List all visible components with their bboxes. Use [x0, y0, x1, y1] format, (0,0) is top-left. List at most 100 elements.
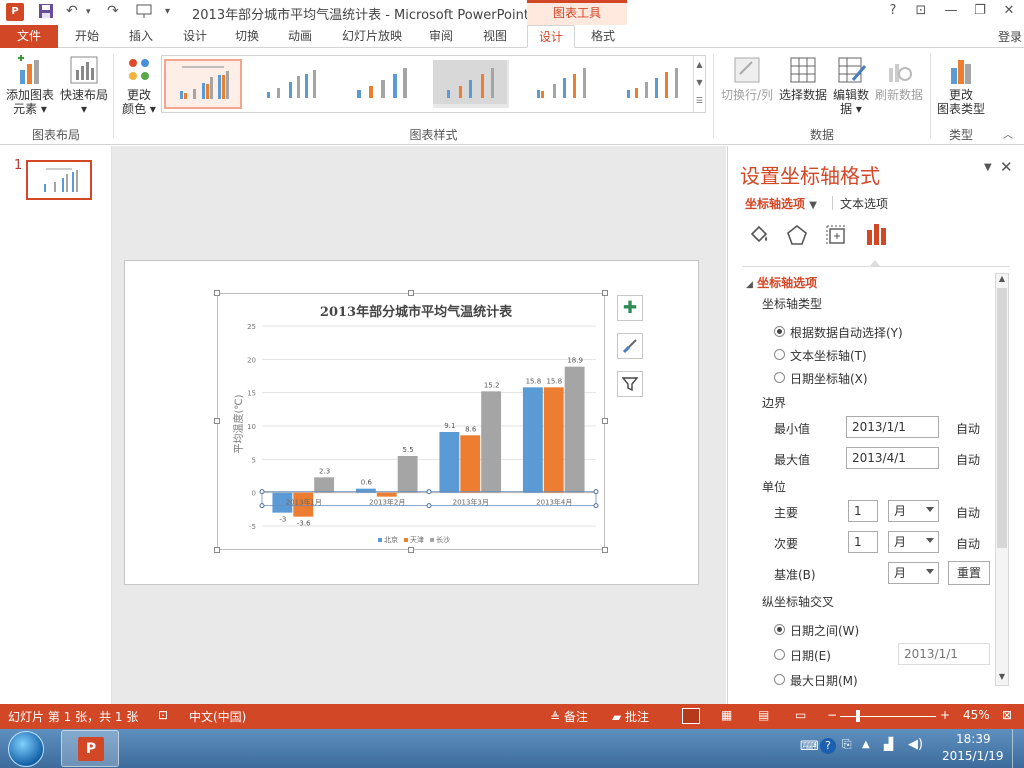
max-bound-input[interactable]: 2013/4/1 [846, 447, 939, 469]
language-status[interactable]: 中文(中国) [189, 708, 246, 725]
section-axis-options[interactable]: ◢ 坐标轴选项 [746, 274, 817, 291]
fill-line-icon[interactable] [748, 224, 770, 249]
network-icon[interactable]: ▟ [884, 737, 893, 751]
show-hidden-icons-icon[interactable]: ▲ [862, 739, 870, 750]
login-link[interactable]: 登录 [998, 28, 1022, 45]
restore-icon[interactable]: ❐ [967, 3, 993, 18]
chart-style-5[interactable] [522, 59, 600, 109]
edit-data-button[interactable]: 编辑数 据 ▾ [830, 52, 872, 122]
chart-styles-brush-icon[interactable] [617, 333, 643, 359]
show-desktop-button[interactable] [1012, 729, 1024, 768]
change-colors-button[interactable]: 更改 颜色 ▾ [118, 52, 160, 122]
comments-button[interactable]: ▰ 批注 [612, 708, 649, 725]
tab-animations[interactable]: 动画 [275, 25, 325, 48]
axis-options-chart-icon[interactable] [865, 222, 889, 249]
radio-date-axis[interactable] [774, 372, 785, 383]
help-icon[interactable]: ? [880, 3, 906, 18]
radio-between-dates[interactable] [774, 624, 785, 635]
zoom-slider-thumb[interactable] [856, 710, 860, 722]
reading-view-icon[interactable]: ▤ [758, 708, 769, 722]
spelling-check-icon[interactable]: ⊡ [158, 708, 168, 722]
tab-axis-options[interactable]: 坐标轴选项 ▼ [745, 195, 817, 212]
undo-dropdown-icon[interactable]: ▾ [86, 7, 91, 17]
clock-date[interactable]: 2015/1/19 [942, 749, 1004, 763]
chart-style-2[interactable] [252, 59, 330, 109]
size-properties-icon[interactable] [825, 224, 847, 249]
scroll-thumb[interactable] [997, 288, 1007, 548]
select-data-button[interactable]: 选择数据 [777, 52, 829, 122]
tab-transitions[interactable]: 切换 [222, 25, 272, 48]
pane-options-dropdown-icon[interactable]: ▼ [984, 162, 992, 173]
major-unit-input[interactable]: 1 [848, 500, 878, 522]
tab-insert[interactable]: 插入 [116, 25, 166, 48]
scroll-down-icon[interactable]: ▼ [996, 672, 1008, 684]
taskbar-powerpoint[interactable]: P [61, 730, 119, 767]
tab-design[interactable]: 设计 [170, 25, 220, 48]
chart-object[interactable]: 2013年部分城市平均气温统计表 平均温度(℃) -5 0 5 10 15 20 25 -3 -3.… [217, 293, 605, 550]
scroll-up-icon[interactable]: ▲ [996, 274, 1008, 286]
clock-time[interactable]: 18:39 [956, 732, 991, 746]
zoom-level[interactable]: 45% [963, 708, 990, 722]
redo-icon[interactable]: ↷ [107, 3, 119, 19]
radio-max-date[interactable] [774, 674, 785, 685]
tab-chart-design[interactable]: 设计 [527, 25, 575, 48]
chart-filters-icon[interactable] [617, 371, 643, 397]
volume-icon[interactable]: ◀) [908, 737, 923, 752]
slide-sorter-icon[interactable]: ▦ [721, 708, 732, 722]
cross-date-input[interactable]: 2013/1/1 [898, 643, 990, 665]
start-button-icon[interactable] [8, 731, 44, 767]
base-unit-dropdown[interactable]: 月 [888, 562, 939, 584]
save-icon[interactable] [38, 3, 54, 23]
resize-handle[interactable] [214, 418, 220, 424]
reset-button[interactable]: 重置 [948, 561, 990, 585]
switch-row-column-button[interactable]: 切换行/列 [718, 52, 776, 122]
resize-handle[interactable] [602, 547, 608, 553]
slideshow-view-icon[interactable]: ▭ [795, 708, 806, 722]
tab-home[interactable]: 开始 [62, 25, 112, 48]
tab-text-options[interactable]: 文本选项 [840, 195, 888, 212]
chart-style-3[interactable] [342, 59, 420, 109]
chart-elements-plus-icon[interactable]: ✚ [617, 295, 643, 321]
tab-view[interactable]: 视图 [472, 25, 518, 48]
chart-style-4[interactable] [432, 59, 510, 109]
ribbon-display-options-icon[interactable]: ⊡ [908, 3, 934, 18]
resize-handle[interactable] [602, 418, 608, 424]
pane-scrollbar[interactable]: ▲ ▼ [995, 273, 1009, 686]
tab-chart-format[interactable]: 格式 [580, 25, 626, 48]
close-window-icon[interactable]: ✕ [996, 3, 1022, 18]
refresh-data-button[interactable]: 刷新数据 [872, 52, 926, 122]
minor-unit-dropdown[interactable]: 月 [888, 531, 939, 553]
fit-slide-icon[interactable]: ⊠ [1002, 708, 1012, 722]
major-unit-dropdown[interactable]: 月 [888, 500, 939, 522]
add-chart-element-button[interactable]: 添加图表 元素 ▾ [4, 52, 56, 122]
chart-style-6[interactable] [612, 59, 690, 109]
normal-view-icon[interactable] [682, 708, 700, 724]
resize-handle[interactable] [214, 547, 220, 553]
notes-button[interactable]: ≜ 备注 [550, 708, 588, 725]
collapse-ribbon-icon[interactable]: ︿ [1003, 126, 1013, 141]
tab-file[interactable]: 文件 [0, 25, 58, 48]
change-chart-type-button[interactable]: 更改 图表类型 [934, 52, 988, 122]
radio-text-axis[interactable] [774, 349, 785, 360]
help-tray-icon[interactable]: ? [820, 738, 836, 754]
zoom-slider[interactable] [840, 716, 936, 717]
radio-auto-select[interactable] [774, 326, 785, 337]
resize-handle[interactable] [408, 547, 414, 553]
tab-slideshow[interactable]: 幻灯片放映 [334, 25, 410, 48]
keyboard-icon[interactable]: ⌨ [800, 739, 819, 754]
clipboard-tray-icon[interactable]: ⎘ [842, 737, 852, 752]
quick-layout-button[interactable]: 快速布局 ▾ [58, 52, 110, 122]
zoom-out-icon[interactable]: − [827, 708, 837, 722]
tab-review[interactable]: 审阅 [418, 25, 464, 48]
slide-thumbnail[interactable] [26, 160, 92, 200]
customize-toolbar-icon[interactable]: ▾ [165, 6, 170, 17]
minimize-icon[interactable]: — [938, 3, 964, 18]
effects-pentagon-icon[interactable] [786, 224, 808, 249]
radio-at-date[interactable] [774, 649, 785, 660]
undo-icon[interactable]: ↶ [66, 3, 78, 19]
chart-style-1[interactable] [164, 59, 242, 109]
close-pane-icon[interactable]: ✕ [1000, 158, 1013, 176]
zoom-in-icon[interactable]: + [940, 708, 950, 722]
resize-handle[interactable] [214, 290, 220, 296]
gallery-scroll[interactable]: ▲ ▼ ☰ [693, 56, 705, 112]
